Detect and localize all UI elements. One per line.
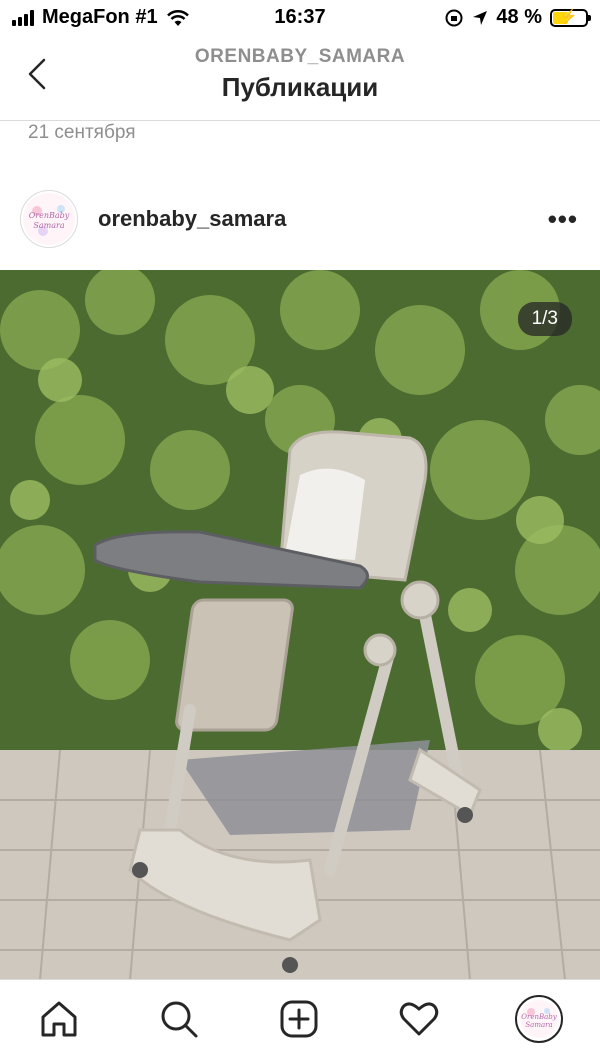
- avatar[interactable]: OrenBaby Samara: [20, 190, 78, 248]
- status-bar: MegaFon #1 16:37 48 % ⚡: [0, 0, 600, 36]
- more-dots-icon: •••: [547, 204, 578, 234]
- profile-avatar-text-2: Samara: [525, 1021, 552, 1029]
- post-image[interactable]: 1/3: [0, 270, 600, 980]
- tab-home[interactable]: [34, 994, 84, 1044]
- new-post-icon: [280, 1000, 318, 1038]
- nav-header: ORENBABY_SAMARA Публикации: [0, 36, 600, 121]
- profile-avatar-text-1: OrenBaby: [521, 1013, 558, 1021]
- location-icon: [473, 10, 488, 25]
- search-icon: [161, 1001, 198, 1038]
- post-header: OrenBaby Samara orenbaby_samara •••: [0, 186, 600, 252]
- avatar-text-2: Samara: [33, 221, 64, 230]
- high-chair-photo: [0, 270, 600, 980]
- tab-activity[interactable]: [394, 994, 444, 1044]
- battery-icon: ⚡: [550, 8, 591, 27]
- username-link[interactable]: orenbaby_samara: [98, 206, 286, 232]
- image-counter: 1/3: [517, 302, 572, 336]
- heart-icon: [399, 1002, 439, 1036]
- tab-new-post[interactable]: [274, 994, 324, 1044]
- page-title: Публикации: [221, 72, 379, 102]
- tab-search[interactable]: [154, 994, 204, 1044]
- home-icon: [41, 1001, 77, 1037]
- account-name: ORENBABY_SAMARA: [194, 46, 406, 67]
- post-date: 21 сентября: [28, 122, 136, 143]
- tab-bar: OrenBaby Samara: [0, 979, 600, 1063]
- orientation-lock-icon: [445, 9, 463, 26]
- profile-icon: OrenBaby Samara: [515, 995, 563, 1043]
- battery-percent: 48 %: [496, 6, 542, 28]
- tab-profile[interactable]: OrenBaby Samara: [514, 994, 564, 1044]
- more-options-button[interactable]: •••: [548, 204, 578, 235]
- avatar-text-1: OrenBaby: [29, 211, 70, 220]
